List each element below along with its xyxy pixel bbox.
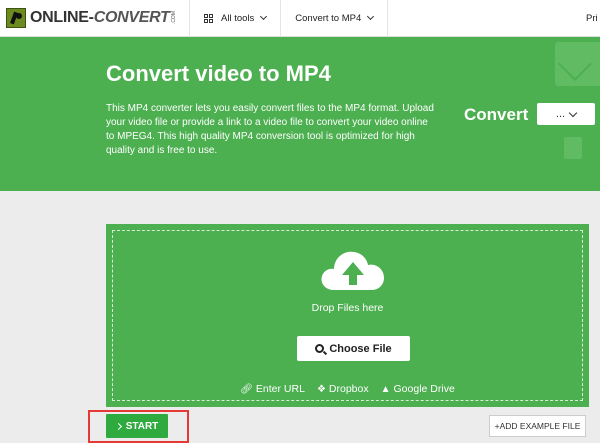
page-title: Convert video to MP4 [106,61,331,86]
nav-convert-label: Convert to MP4 [295,12,362,24]
chevron-down-icon [367,12,375,21]
search-icon [315,344,325,353]
chevron-down-icon [568,108,578,117]
google-drive-label: Google Drive [393,383,455,395]
top-nav: ONLINE-CONVERT .COM All tools Convert to… [0,0,600,37]
logo-com: .COM [170,11,177,25]
start-label: START [125,420,159,432]
nav-all-tools-label: All tools [221,12,255,24]
page-description: This MP4 converter lets you easily conve… [106,103,434,156]
add-example-label: ADD EXAMPLE FILE [499,421,581,431]
dropbox-icon: ❖ [316,383,326,395]
choose-file-button[interactable]: Choose File [297,336,410,361]
dropbox-link[interactable]: ❖ Dropbox [317,383,369,395]
cloud-upload-icon [321,251,384,290]
start-button[interactable]: START [106,414,168,438]
grid-icon [204,13,213,23]
chevron-right-icon [114,422,122,430]
enter-url-label: Enter URL [255,383,305,395]
logo-text: ONLINE-CONVERT [30,9,170,26]
choose-file-label: Choose File [329,342,392,355]
logo-icon [6,8,26,28]
site-logo[interactable]: ONLINE-CONVERT .COM [0,0,190,37]
file-decor-icon [564,137,582,159]
dropzone-border: Drop Files here Choose File 🔗︎ Enter URL… [112,230,583,401]
nav-convert-to-mp4[interactable]: Convert to MP4 [281,0,389,37]
hero-banner: Convert video to MP4 This MP4 converter … [0,37,600,191]
enter-url-link[interactable]: 🔗︎ Enter URL [240,383,305,395]
convert-select-value: ... [555,108,566,120]
upload-sources: 🔗︎ Enter URL ❖ Dropbox ▲ Google Drive [113,383,582,395]
convert-format-select[interactable]: ... [537,103,595,125]
drop-files-text: Drop Files here [311,302,384,314]
convert-label: Convert [464,105,529,124]
nav-all-tools[interactable]: All tools [190,0,282,37]
google-drive-link[interactable]: ▲ Google Drive [381,383,455,395]
google-drive-icon: ▲ [380,383,391,395]
add-example-file-button[interactable]: + ADD EXAMPLE FILE [489,415,586,437]
chevron-down-icon [260,12,268,21]
upload-dropzone[interactable]: Drop Files here Choose File 🔗︎ Enter URL… [106,224,589,407]
email-decor-icon [555,42,600,86]
nav-pricing[interactable]: Pri [586,0,600,37]
link-icon: 🔗︎ [240,383,253,395]
dropbox-label: Dropbox [328,383,369,395]
